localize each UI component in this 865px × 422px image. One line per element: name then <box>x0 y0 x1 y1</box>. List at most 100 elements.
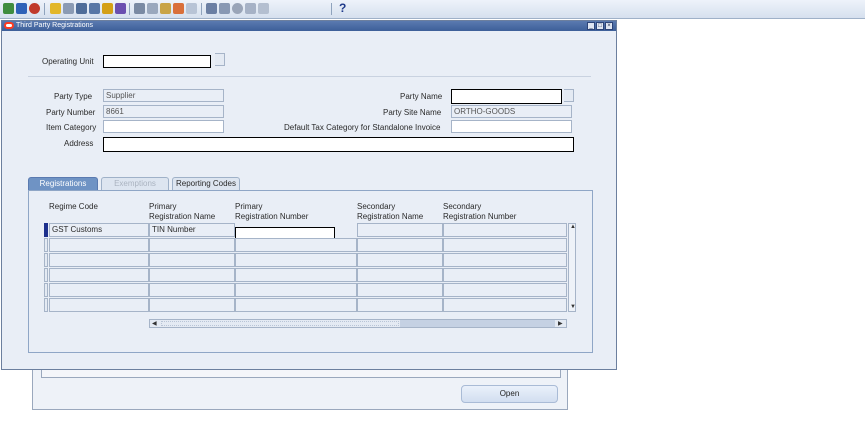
grid-cell[interactable] <box>49 238 149 252</box>
party-site-name-label: Party Site Name <box>383 108 442 117</box>
grid-vertical-scrollbar[interactable]: ▲ ▼ <box>568 223 576 312</box>
window-titlebar[interactable]: Third Party Registrations _ □ × <box>2 21 616 31</box>
party-type-field: Supplier <box>103 89 224 102</box>
operating-unit-field[interactable] <box>103 55 211 68</box>
grid-cell[interactable] <box>357 253 443 267</box>
party-number-field: 8661 <box>103 105 224 118</box>
grid-cell[interactable] <box>443 298 567 312</box>
grid-cell[interactable] <box>235 268 357 282</box>
item-category-field[interactable] <box>103 120 224 133</box>
grid-cell[interactable] <box>149 253 235 267</box>
grid-cell[interactable] <box>443 253 567 267</box>
operating-unit-lov-button[interactable] <box>215 53 225 66</box>
folder-icon[interactable] <box>102 3 113 14</box>
close-icon[interactable]: × <box>605 22 613 30</box>
column-header-line1: Secondary <box>443 202 482 211</box>
scroll-down-arrow-icon[interactable]: ▼ <box>570 304 576 310</box>
delete-record-icon[interactable] <box>186 3 197 14</box>
grid-cell[interactable] <box>443 283 567 297</box>
column-header-secondary-registration-name: Secondary Registration Name <box>357 202 423 222</box>
grid-cell[interactable]: GST Customs <box>49 223 149 237</box>
row-indicator[interactable] <box>44 298 48 312</box>
grid-cell[interactable] <box>443 238 567 252</box>
grid-cell[interactable] <box>235 283 357 297</box>
edit-field-icon[interactable] <box>206 3 217 14</box>
row-indicator[interactable] <box>44 253 48 267</box>
party-type-label: Party Type <box>54 92 93 101</box>
scroll-up-arrow-icon[interactable]: ▲ <box>570 224 576 230</box>
save-icon[interactable] <box>50 3 61 14</box>
grid-cell[interactable] <box>443 268 567 282</box>
grid-cell[interactable] <box>49 283 149 297</box>
new-record-icon[interactable] <box>3 3 14 14</box>
column-header-line1: Secondary <box>357 202 396 211</box>
scroll-right-arrow-icon[interactable]: ▶ <box>558 320 563 327</box>
grid-cell[interactable] <box>49 298 149 312</box>
grid-cell[interactable]: TIN Number <box>149 223 235 237</box>
grid-cell[interactable] <box>49 268 149 282</box>
grid-cell[interactable] <box>357 298 443 312</box>
current-row-indicator[interactable] <box>44 223 48 237</box>
toolbar-separator <box>331 3 332 15</box>
toolbar-separator <box>129 3 130 15</box>
party-name-field[interactable] <box>451 89 562 104</box>
find-icon[interactable] <box>16 3 27 14</box>
party-site-name-field: ORTHO-GOODS <box>451 105 572 118</box>
row-indicator[interactable] <box>44 268 48 282</box>
address-field[interactable] <box>103 137 574 152</box>
column-header-primary-registration-name: Primary Registration Name <box>149 202 215 222</box>
grid-cell[interactable] <box>357 223 443 237</box>
translations-icon[interactable] <box>232 3 243 14</box>
column-header-line2: Regime Code <box>49 202 98 211</box>
column-header-line1: Primary <box>235 202 263 211</box>
grid-cell[interactable] <box>235 238 357 252</box>
minimize-icon[interactable]: _ <box>587 22 595 30</box>
grid-cell[interactable] <box>149 298 235 312</box>
toolbar-separator <box>44 3 45 15</box>
toolbar: ? <box>0 0 865 19</box>
folder-tools-icon[interactable] <box>258 3 269 14</box>
close-form-icon[interactable] <box>89 3 100 14</box>
help-icon[interactable]: ? <box>339 1 346 15</box>
tab-exemptions: Exemptions <box>101 177 169 190</box>
tab-registrations[interactable]: Registrations <box>28 177 98 190</box>
attachment-icon[interactable] <box>115 3 126 14</box>
grid-cell[interactable] <box>149 268 235 282</box>
cut-icon[interactable] <box>134 3 145 14</box>
open-button[interactable]: Open <box>461 385 558 403</box>
print-icon[interactable] <box>76 3 87 14</box>
switch-responsibility-icon[interactable] <box>63 3 74 14</box>
grid-cell[interactable] <box>357 238 443 252</box>
window-controls: _ □ × <box>587 22 613 30</box>
grid-cell[interactable] <box>235 298 357 312</box>
grid-cell[interactable] <box>149 283 235 297</box>
grid-cell[interactable] <box>357 283 443 297</box>
column-header-primary-registration-number: Primary Registration Number <box>235 202 308 222</box>
grid-cell[interactable] <box>49 253 149 267</box>
clear-record-icon[interactable] <box>173 3 184 14</box>
navigator-icon[interactable] <box>29 3 40 14</box>
default-tax-category-field[interactable] <box>451 120 572 133</box>
grid-cell[interactable] <box>357 268 443 282</box>
zoom-icon[interactable] <box>219 3 230 14</box>
row-indicator[interactable] <box>44 238 48 252</box>
paste-icon[interactable] <box>160 3 171 14</box>
copy-icon[interactable] <box>147 3 158 14</box>
party-name-lov-button[interactable] <box>564 89 574 102</box>
column-header-regime-code: Regime Code <box>49 202 98 212</box>
column-header-line2: Registration Name <box>149 212 216 221</box>
tab-reporting-codes[interactable]: Reporting Codes <box>172 177 240 190</box>
grid-cell[interactable] <box>149 238 235 252</box>
default-tax-category-label: Default Tax Category for Standalone Invo… <box>284 123 441 132</box>
horizontal-scroll-thumb[interactable] <box>161 321 399 326</box>
scroll-left-arrow-icon[interactable]: ◀ <box>152 320 157 327</box>
attachments-icon[interactable] <box>245 3 256 14</box>
horizontal-scroll-track[interactable] <box>400 320 555 327</box>
maximize-icon[interactable]: □ <box>596 22 604 30</box>
column-header-line1: Primary <box>149 202 177 211</box>
third-party-registrations-window: Third Party Registrations _ □ × Operatin… <box>1 20 617 370</box>
grid-cell[interactable] <box>443 223 567 237</box>
grid-horizontal-scrollbar[interactable]: ◀ ▶ <box>149 319 567 328</box>
row-indicator[interactable] <box>44 283 48 297</box>
grid-cell[interactable] <box>235 253 357 267</box>
